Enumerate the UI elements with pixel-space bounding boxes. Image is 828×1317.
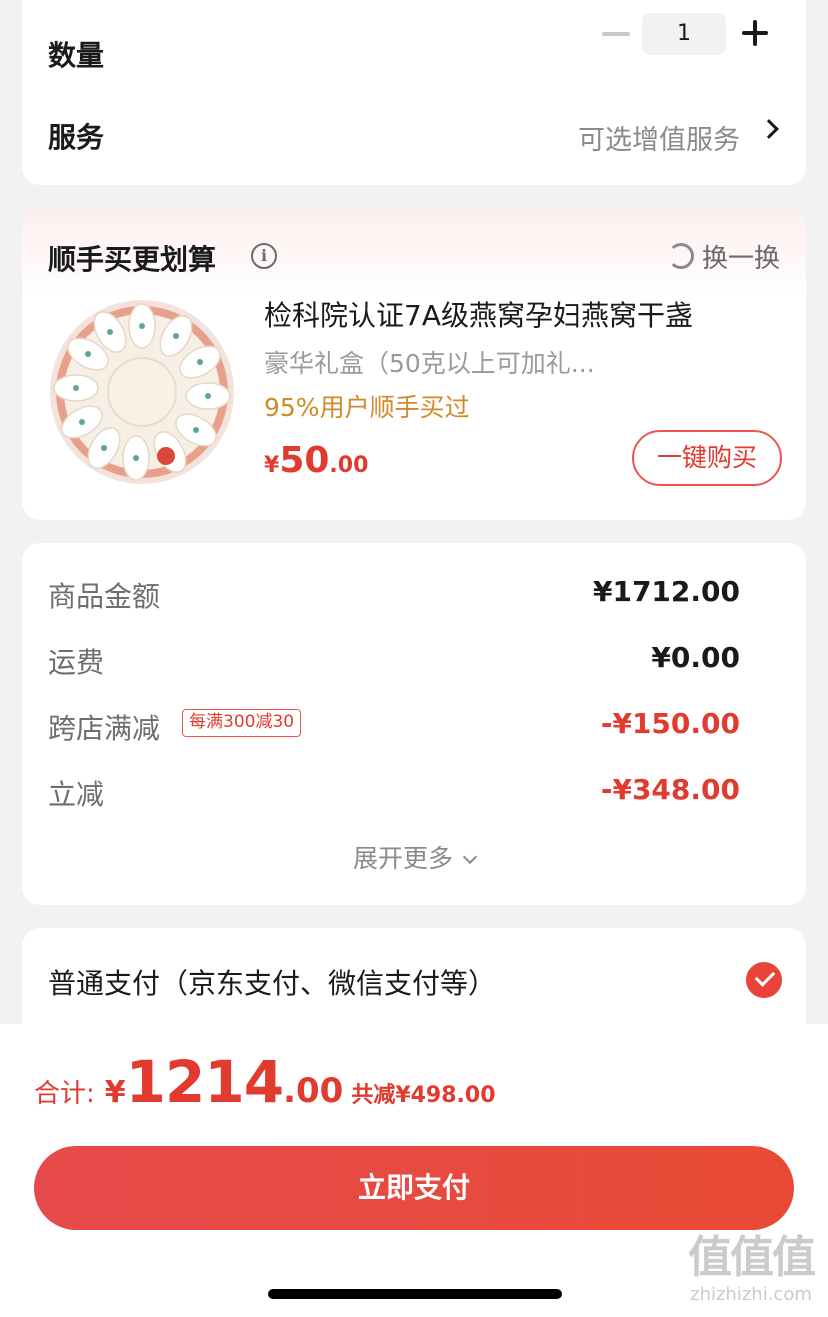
quantity-label: 数量: [48, 39, 105, 72]
home-indicator[interactable]: [268, 1289, 562, 1299]
expand-more-button[interactable]: 展开更多: [22, 839, 806, 875]
addon-product-stat: 95%用户顺手买过: [264, 393, 470, 422]
expand-more-label: 展开更多: [352, 844, 453, 873]
total-label: 合计:: [34, 1079, 95, 1109]
info-icon[interactable]: i: [251, 243, 277, 269]
quantity-input[interactable]: 1: [642, 13, 726, 55]
watermark-site: zhizhizhi.com: [690, 1284, 812, 1305]
increase-quantity-button[interactable]: [742, 20, 768, 46]
price-integer: 50: [279, 440, 330, 481]
shipping-value: ¥0.00: [651, 641, 740, 674]
addon-recommendation-card: 顺手买更划算 i 换一换 检科院认证7A级燕窝孕妇燕窝干盏 豪华礼盒（50克以上…: [22, 208, 806, 520]
bird-nest-box-image: [50, 300, 234, 484]
instant-discount-value: -¥348.00: [600, 773, 740, 806]
service-label: 服务: [48, 121, 105, 154]
shipping-label: 运费: [48, 646, 105, 679]
addon-product-spec: 豪华礼盒（50克以上可加礼...: [264, 349, 595, 378]
total-decimal: .00: [283, 1071, 344, 1111]
chevron-down-icon: [462, 849, 478, 865]
payment-method-label[interactable]: 普通支付（京东支付、微信支付等）: [48, 962, 496, 1002]
refresh-icon[interactable]: [668, 243, 694, 269]
price-decimal: .00: [329, 453, 369, 478]
addon-product-title[interactable]: 检科院认证7A级燕窝孕妇燕窝干盏: [264, 294, 693, 334]
watermark-logo: 值值值: [688, 1232, 816, 1283]
checkout-bar: 合计: ¥1214.00 共减¥498.00 立即支付 值值值 zhizhizhi.…: [0, 1024, 828, 1317]
service-value[interactable]: 可选增值服务: [578, 118, 740, 157]
amount-breakdown-card: 商品金额 ¥1712.00 运费 ¥0.00 跨店满减 每满300减30 -¥1…: [22, 543, 806, 905]
price-currency: ¥: [264, 453, 280, 478]
checkmark-icon[interactable]: [746, 962, 782, 998]
promo-tag: 每满300减30: [182, 709, 302, 737]
total-saved: 共减¥498.00: [351, 1083, 496, 1108]
decrease-quantity-button[interactable]: [602, 32, 630, 36]
pay-now-button[interactable]: 立即支付: [34, 1146, 794, 1230]
cross-store-discount-value: -¥150.00: [600, 707, 740, 740]
refresh-button[interactable]: 换一换: [702, 238, 780, 275]
quantity-service-card: 数量 1 服务 可选增值服务: [22, 0, 806, 185]
cross-store-discount-label: 跨店满减: [48, 712, 161, 745]
goods-amount-label: 商品金额: [48, 580, 161, 613]
total-integer: 1214: [125, 1048, 284, 1116]
one-click-buy-button[interactable]: 一键购买: [632, 430, 782, 486]
chevron-right-icon[interactable]: [759, 119, 779, 139]
watermark: 值值值 zhizhizhi.com: [676, 1232, 826, 1305]
addon-title: 顺手买更划算: [48, 243, 217, 276]
product-image[interactable]: [46, 296, 238, 488]
goods-amount-value: ¥1712.00: [592, 575, 740, 608]
total-summary: 合计: ¥1214.00 共减¥498.00: [34, 1048, 496, 1116]
instant-discount-label: 立减: [48, 778, 105, 811]
total-currency: ¥: [104, 1075, 126, 1110]
addon-product-price: ¥50.00: [264, 440, 368, 481]
